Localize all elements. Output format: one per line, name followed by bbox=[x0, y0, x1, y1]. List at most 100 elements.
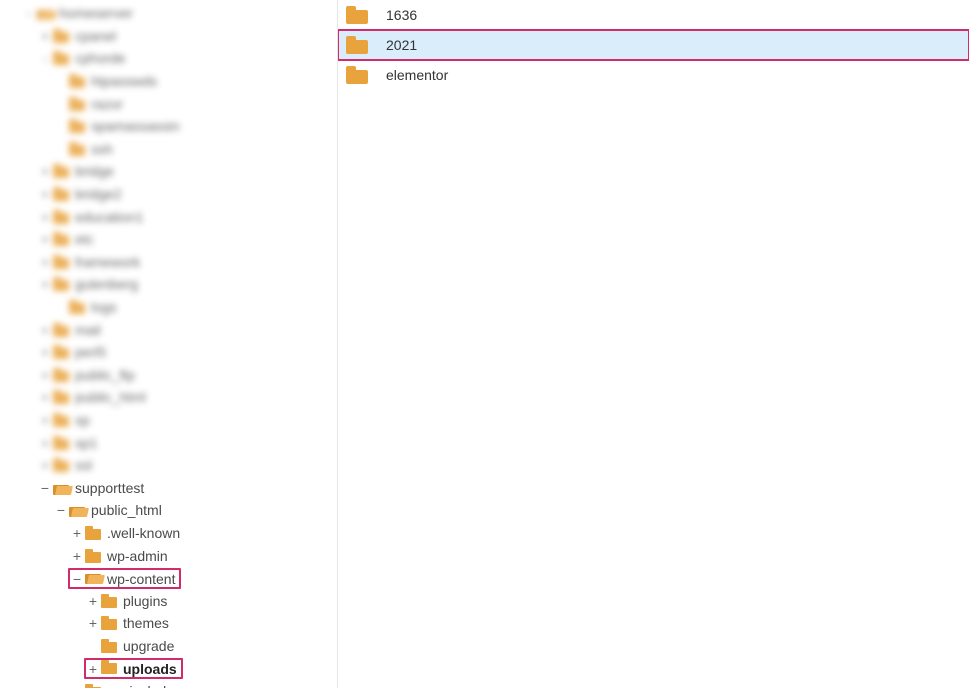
folder-icon bbox=[53, 368, 69, 382]
tree-item-label: bridge2 bbox=[73, 186, 122, 202]
tree-item[interactable]: + .well-known bbox=[0, 522, 337, 545]
tree-item[interactable]: + cpanel bbox=[0, 25, 337, 48]
tree-item[interactable]: + bridge2 bbox=[0, 183, 337, 206]
folder-name: 1636 bbox=[386, 7, 417, 23]
tree-item[interactable]: + themes bbox=[0, 612, 337, 635]
tree-item[interactable]: razor bbox=[0, 92, 337, 115]
tree-item[interactable]: -homeserver bbox=[0, 2, 337, 25]
highlight-box: − wp-content bbox=[68, 568, 181, 589]
folder-tree-blurred-section: -homeserver + cpanel - cphorde htpasswds razor… bbox=[0, 2, 337, 476]
tree-item[interactable]: spamassassin bbox=[0, 115, 337, 138]
tree-item[interactable]: + perl5 bbox=[0, 341, 337, 364]
expand-toggle-icon[interactable]: + bbox=[86, 593, 100, 609]
folder-icon bbox=[69, 119, 85, 133]
tree-item-label: etc bbox=[73, 231, 94, 247]
tree-item-label: htpasswds bbox=[89, 73, 157, 89]
tree-item-label: spamassassin bbox=[89, 118, 180, 134]
folder-row[interactable]: elementor bbox=[338, 60, 969, 90]
tree-item-label: uploads bbox=[121, 661, 177, 677]
tree-item[interactable]: - cphorde bbox=[0, 47, 337, 70]
tree-item-label: public_html bbox=[89, 502, 162, 518]
folder-icon bbox=[53, 29, 69, 43]
highlight-box: + uploads bbox=[84, 658, 183, 679]
expand-toggle-icon[interactable]: + bbox=[38, 163, 52, 179]
expand-toggle-icon[interactable]: + bbox=[38, 457, 52, 473]
tree-item-label: themes bbox=[121, 615, 169, 631]
tree-item-label: wp-content bbox=[105, 571, 175, 587]
folder-icon bbox=[346, 6, 368, 24]
tree-item[interactable]: +education1 bbox=[0, 205, 337, 228]
tree-item-label: upgrade bbox=[121, 638, 174, 654]
folder-icon bbox=[101, 639, 117, 653]
tree-item[interactable]: logs bbox=[0, 296, 337, 319]
tree-item-label: ssl bbox=[73, 457, 92, 473]
tree-item[interactable]: −supporttest bbox=[0, 476, 337, 499]
tree-item[interactable]: +framework bbox=[0, 251, 337, 274]
tree-item-label: razor bbox=[89, 96, 123, 112]
expand-toggle-icon[interactable]: + bbox=[86, 615, 100, 631]
tree-item-label: public_ftp bbox=[73, 367, 135, 383]
expand-toggle-icon[interactable]: + bbox=[70, 683, 84, 688]
expand-toggle-icon[interactable]: + bbox=[38, 254, 52, 270]
tree-item-label: sp1 bbox=[73, 435, 98, 451]
collapse-toggle-icon[interactable]: − bbox=[70, 571, 84, 587]
tree-item[interactable]: + sp bbox=[0, 409, 337, 432]
tree-item-label: perl5 bbox=[73, 344, 106, 360]
collapse-toggle-icon[interactable]: - bbox=[38, 50, 52, 66]
folder-icon bbox=[85, 526, 101, 540]
tree-item[interactable]: + public_ftp bbox=[0, 364, 337, 387]
tree-item[interactable]: + sp1 bbox=[0, 431, 337, 454]
tree-item[interactable]: +wp-admin bbox=[0, 544, 337, 567]
tree-item[interactable]: upgrade bbox=[0, 635, 337, 658]
tree-item[interactable]: + ssl bbox=[0, 454, 337, 477]
tree-item-label: .well-known bbox=[105, 525, 180, 541]
folder-contents-pane: 1636 2021 elementor bbox=[338, 0, 969, 688]
tree-item-label: cpanel bbox=[73, 28, 116, 44]
expand-toggle-icon[interactable]: + bbox=[38, 389, 52, 405]
expand-toggle-icon[interactable]: + bbox=[38, 276, 52, 292]
tree-item-label: wp-includes bbox=[105, 683, 181, 688]
tree-item-label: bridge bbox=[73, 163, 114, 179]
expand-toggle-icon[interactable]: + bbox=[38, 231, 52, 247]
folder-icon bbox=[53, 187, 69, 201]
expand-toggle-icon[interactable]: + bbox=[38, 412, 52, 428]
collapse-toggle-icon[interactable]: - bbox=[22, 5, 36, 21]
expand-toggle-icon[interactable]: + bbox=[38, 186, 52, 202]
folder-icon bbox=[101, 616, 117, 630]
expand-toggle-icon[interactable]: + bbox=[38, 209, 52, 225]
tree-item[interactable]: +plugins bbox=[0, 589, 337, 612]
tree-item[interactable]: − public_html bbox=[0, 499, 337, 522]
expand-toggle-icon[interactable]: + bbox=[70, 548, 84, 564]
folder-name: elementor bbox=[386, 67, 448, 83]
folder-row[interactable]: 1636 bbox=[338, 0, 969, 30]
expand-toggle-icon[interactable]: + bbox=[38, 322, 52, 338]
folder-icon bbox=[85, 684, 101, 688]
tree-item[interactable]: htpasswds bbox=[0, 70, 337, 93]
expand-toggle-icon[interactable]: + bbox=[38, 435, 52, 451]
tree-item[interactable]: + gutenberg bbox=[0, 273, 337, 296]
expand-toggle-icon[interactable]: + bbox=[38, 367, 52, 383]
tree-item-label: gutenberg bbox=[73, 276, 138, 292]
expand-toggle-icon[interactable]: + bbox=[70, 525, 84, 541]
expand-toggle-icon[interactable]: + bbox=[38, 28, 52, 44]
tree-item[interactable]: + wp-includes bbox=[0, 680, 337, 688]
tree-item[interactable]: +mail bbox=[0, 318, 337, 341]
app-root: -homeserver + cpanel - cphorde htpasswds razor… bbox=[0, 0, 969, 688]
tree-item[interactable]: + etc bbox=[0, 228, 337, 251]
tree-item[interactable]: ssh bbox=[0, 138, 337, 161]
folder-icon bbox=[101, 660, 117, 674]
tree-item-label: cphorde bbox=[73, 50, 126, 66]
collapse-toggle-icon[interactable]: − bbox=[38, 480, 52, 496]
expand-toggle-icon[interactable]: + bbox=[86, 661, 100, 677]
tree-item-label: sp bbox=[73, 412, 90, 428]
tree-item[interactable]: +public_html bbox=[0, 386, 337, 409]
tree-item[interactable]: − wp-content bbox=[0, 567, 337, 590]
folder-icon bbox=[69, 74, 85, 88]
expand-toggle-icon[interactable]: + bbox=[38, 344, 52, 360]
folder-row[interactable]: 2021 bbox=[338, 30, 969, 60]
folder-icon bbox=[53, 413, 69, 427]
folder-open-icon bbox=[53, 481, 69, 495]
tree-item[interactable]: + uploads bbox=[0, 657, 337, 680]
tree-item[interactable]: + bridge bbox=[0, 160, 337, 183]
collapse-toggle-icon[interactable]: − bbox=[54, 502, 68, 518]
